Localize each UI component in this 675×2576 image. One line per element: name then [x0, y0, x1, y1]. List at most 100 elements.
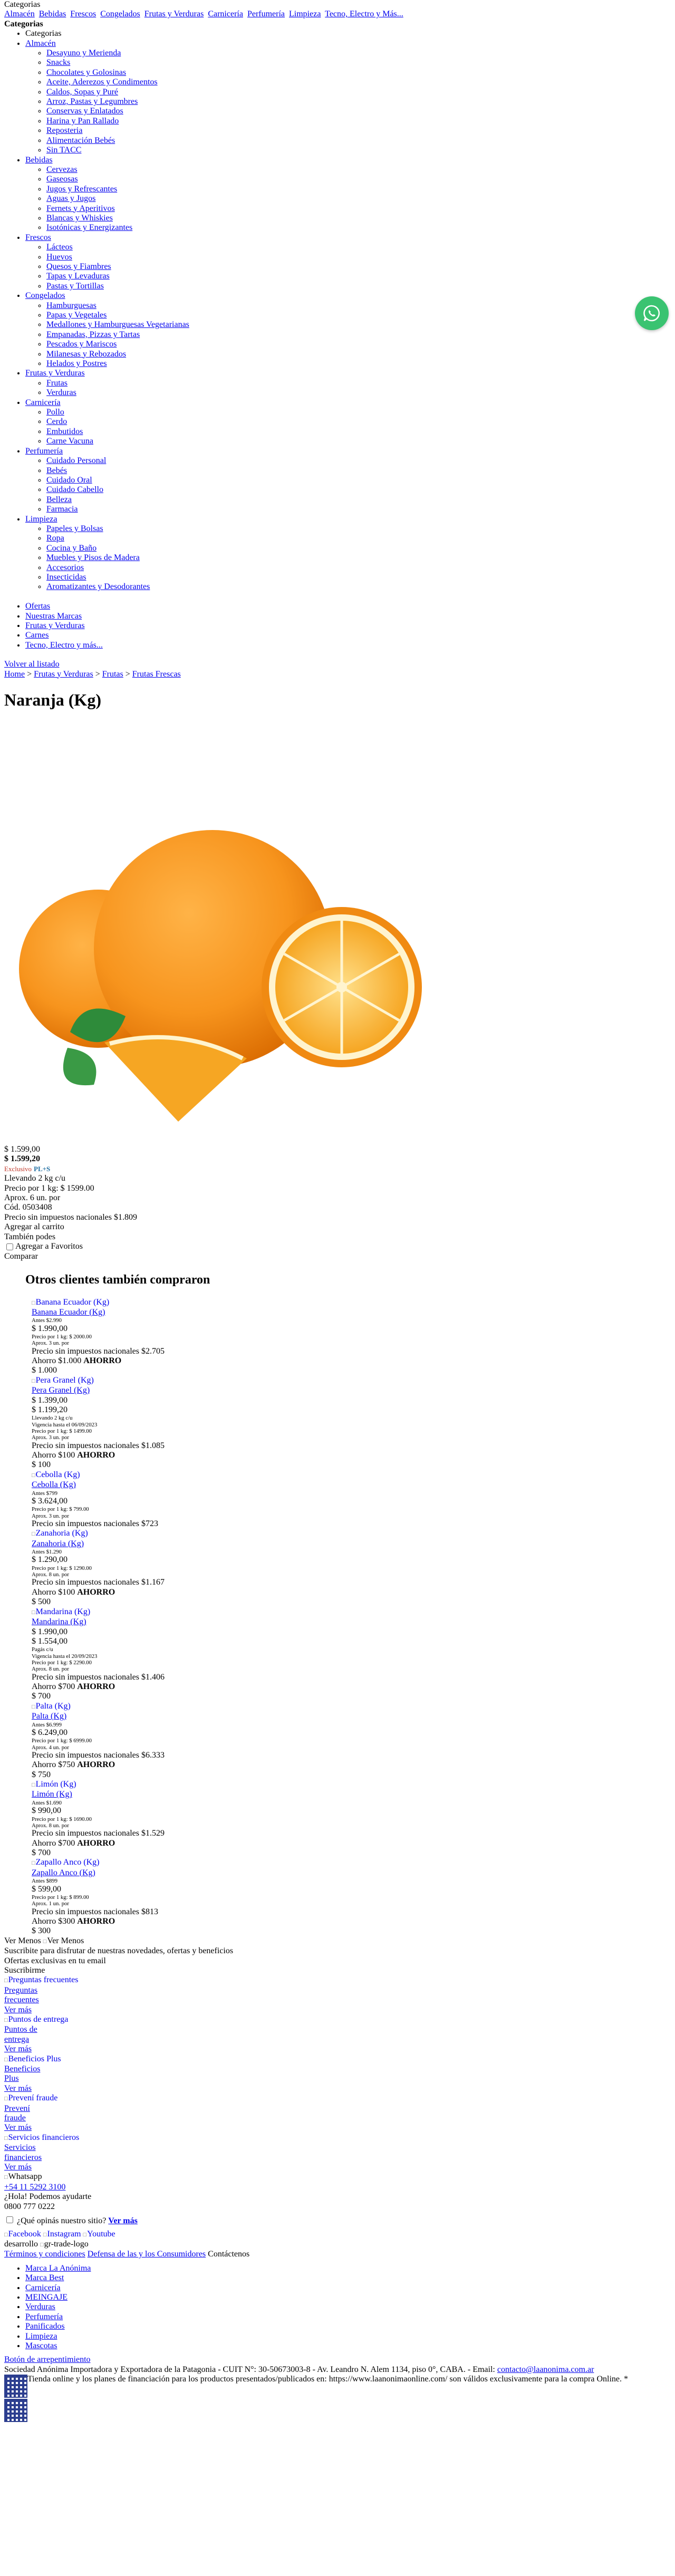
menu-subitem-link[interactable]: Desayuno y Merienda	[46, 49, 121, 57]
add-to-cart-button[interactable]: Agregar al carrito	[4, 1222, 671, 1232]
info-link-more[interactable]: Ver más	[4, 2084, 671, 2093]
menu-subitem-link[interactable]: Cervezas	[46, 165, 78, 174]
menu-subitem-link[interactable]: Ropa	[46, 534, 64, 543]
related-card-image[interactable]: Mandarina (Kg)	[32, 1607, 671, 1617]
related-card-name[interactable]: Zanahoria (Kg)	[32, 1539, 671, 1549]
info-link-title[interactable]: Preguntas	[4, 1986, 671, 1995]
menu-extra-link[interactable]: Nuestras Marcas	[25, 612, 82, 621]
survey-checkbox[interactable]	[6, 2216, 13, 2224]
menu-subitem-link[interactable]: Insecticidas	[46, 573, 86, 582]
compare-label[interactable]: Comparar	[4, 1252, 671, 1261]
menu-subitem-link[interactable]: Isotónicas y Energizantes	[46, 223, 132, 232]
menu-subitem-link[interactable]: Accesorios	[46, 563, 84, 572]
related-card-image[interactable]: Zanahoria (Kg)	[32, 1529, 671, 1539]
related-card-name[interactable]: Mandarina (Kg)	[32, 1617, 671, 1627]
menu-subitem-link[interactable]: Frutas	[46, 379, 68, 388]
menu-subitem-link[interactable]: Chocolates y Golosinas	[46, 68, 126, 77]
info-link-title[interactable]: Plus	[4, 2074, 671, 2083]
info-link-title[interactable]: frecuentes	[4, 1995, 671, 2005]
top-nav-link[interactable]: Bebidas	[39, 9, 66, 18]
menu-subitem-link[interactable]: Verduras	[46, 388, 76, 397]
menu-subitem-link[interactable]: Cocina y Baño	[46, 544, 97, 553]
related-card-name[interactable]: Limón (Kg)	[32, 1790, 671, 1799]
footer-menu-link[interactable]: Perfumería	[25, 2312, 63, 2321]
menu-subitem-link[interactable]: Pollo	[46, 408, 64, 417]
menu-subitem-link[interactable]: Jugos y Refrescantes	[46, 185, 117, 194]
terms-link[interactable]: Términos y condiciones	[4, 2250, 85, 2259]
menu-extra-link[interactable]: Tecno, Electro y más...	[25, 641, 103, 650]
back-to-list-link[interactable]: Volver al listado	[4, 660, 671, 669]
related-card-name[interactable]: Zapallo Anco (Kg)	[32, 1868, 671, 1878]
menu-subitem-link[interactable]: Conservas y Enlatados	[46, 107, 123, 115]
menu-group-link[interactable]: Almacén	[25, 39, 56, 48]
footer-menu-link[interactable]: Limpieza	[25, 2332, 57, 2341]
footer-menu-link[interactable]: MEINGAJE	[25, 2293, 68, 2302]
info-link-image[interactable]: Puntos de entrega	[4, 2015, 671, 2025]
top-nav-link[interactable]: Carnicería	[208, 9, 243, 18]
menu-subitem-link[interactable]: Embutidos	[46, 427, 83, 436]
menu-subitem-link[interactable]: Pescados y Mariscos	[46, 340, 117, 349]
footer-menu-link[interactable]: Verduras	[25, 2302, 55, 2311]
menu-subitem-link[interactable]: Sin TACC	[46, 146, 81, 155]
info-link-more[interactable]: Ver más	[4, 2005, 671, 2015]
info-link-more[interactable]: Ver más	[4, 2044, 671, 2054]
menu-group-link[interactable]: Bebidas	[25, 156, 53, 165]
menu-subitem-link[interactable]: Tapas y Levaduras	[46, 272, 110, 281]
qr-code[interactable]	[4, 2375, 27, 2398]
social-link[interactable]: Instagram	[43, 2230, 81, 2239]
footer-menu-link[interactable]: Panificados	[25, 2322, 65, 2331]
menu-subitem-link[interactable]: Cerdo	[46, 417, 67, 426]
menu-subitem-link[interactable]: Farmacia	[46, 505, 78, 514]
menu-subitem-link[interactable]: Caldos, Sopas y Puré	[46, 88, 118, 97]
menu-subitem-link[interactable]: Bebés	[46, 466, 67, 475]
menu-subitem-link[interactable]: Milanesas y Rebozados	[46, 350, 126, 359]
menu-subitem-link[interactable]: Harina y Pan Rallado	[46, 117, 119, 126]
menu-extra-link[interactable]: Frutas y Verduras	[25, 621, 85, 630]
menu-extra-link[interactable]: Ofertas	[25, 602, 50, 611]
menu-subitem-link[interactable]: Snacks	[46, 58, 70, 67]
top-nav-link[interactable]: Almacén	[4, 9, 35, 18]
menu-subitem-link[interactable]: Alimentación Bebés	[46, 136, 115, 145]
info-link-title[interactable]: Servicios	[4, 2143, 671, 2153]
social-link[interactable]: Facebook	[4, 2230, 41, 2239]
menu-group-link[interactable]: Limpieza	[25, 515, 57, 524]
favorites-checkbox[interactable]	[6, 1243, 13, 1251]
top-nav-link[interactable]: Tecno, Electro y Más...	[325, 9, 403, 18]
info-link-image[interactable]: Servicios financieros	[4, 2133, 671, 2143]
menu-subitem-link[interactable]: Aceite, Aderezos y Condimentos	[46, 78, 158, 86]
info-link-title[interactable]: financieros	[4, 2153, 671, 2163]
whatsapp-floating-button[interactable]	[635, 296, 669, 330]
top-nav-link[interactable]: Frutas y Verduras	[144, 9, 204, 18]
subscribe-button[interactable]: Suscribirme	[4, 1966, 671, 1975]
related-card-image[interactable]: Cebolla (Kg)	[32, 1470, 671, 1480]
menu-subitem-link[interactable]: Hamburguesas	[46, 301, 97, 310]
footer-menu-link[interactable]: Carnicería	[25, 2283, 61, 2292]
menu-subitem-link[interactable]: Cuidado Cabello	[46, 485, 103, 494]
menu-group-link[interactable]: Perfumería	[25, 447, 63, 456]
menu-subitem-link[interactable]: Blancas y Whiskies	[46, 214, 113, 223]
info-link-image[interactable]: Beneficios Plus	[4, 2054, 671, 2064]
related-card-image[interactable]: Limón (Kg)	[32, 1780, 671, 1790]
related-card-image[interactable]: Zapallo Anco (Kg)	[32, 1858, 671, 1868]
menu-subitem-link[interactable]: Quesos y Fiambres	[46, 262, 111, 271]
related-card-image[interactable]: Pera Granel (Kg)	[32, 1376, 671, 1386]
related-card-name[interactable]: Pera Granel (Kg)	[32, 1386, 671, 1395]
info-link-more[interactable]: Ver más	[4, 2123, 671, 2133]
menu-subitem-link[interactable]: Cuidado Oral	[46, 476, 92, 485]
menu-subitem-link[interactable]: Huevos	[46, 253, 72, 262]
menu-subitem-link[interactable]: Empanadas, Pizzas y Tartas	[46, 330, 140, 339]
footer-menu-link[interactable]: Marca Best	[25, 2273, 64, 2282]
menu-subitem-link[interactable]: Carne Vacuna	[46, 437, 93, 446]
contact-link[interactable]: Contáctenos	[208, 2250, 249, 2259]
info-link-title[interactable]: Beneficios	[4, 2064, 671, 2074]
info-link-image[interactable]: Preguntas frecuentes	[4, 1975, 671, 1985]
related-card-image[interactable]: Banana Ecuador (Kg)	[32, 1298, 671, 1308]
top-nav-link[interactable]: Perfumería	[247, 9, 285, 18]
survey-link[interactable]: Ver más	[108, 2216, 138, 2225]
menu-subitem-link[interactable]: Medallones y Hamburguesas Vegetarianas	[46, 320, 189, 329]
menu-group-link[interactable]: Frutas y Verduras	[25, 369, 85, 378]
menu-subitem-link[interactable]: Cuidado Personal	[46, 456, 106, 465]
menu-subitem-link[interactable]: Reposteria	[46, 126, 82, 135]
footer-menu-link[interactable]: Mascotas	[25, 2341, 57, 2350]
info-link-title[interactable]: entrega	[4, 2035, 671, 2044]
